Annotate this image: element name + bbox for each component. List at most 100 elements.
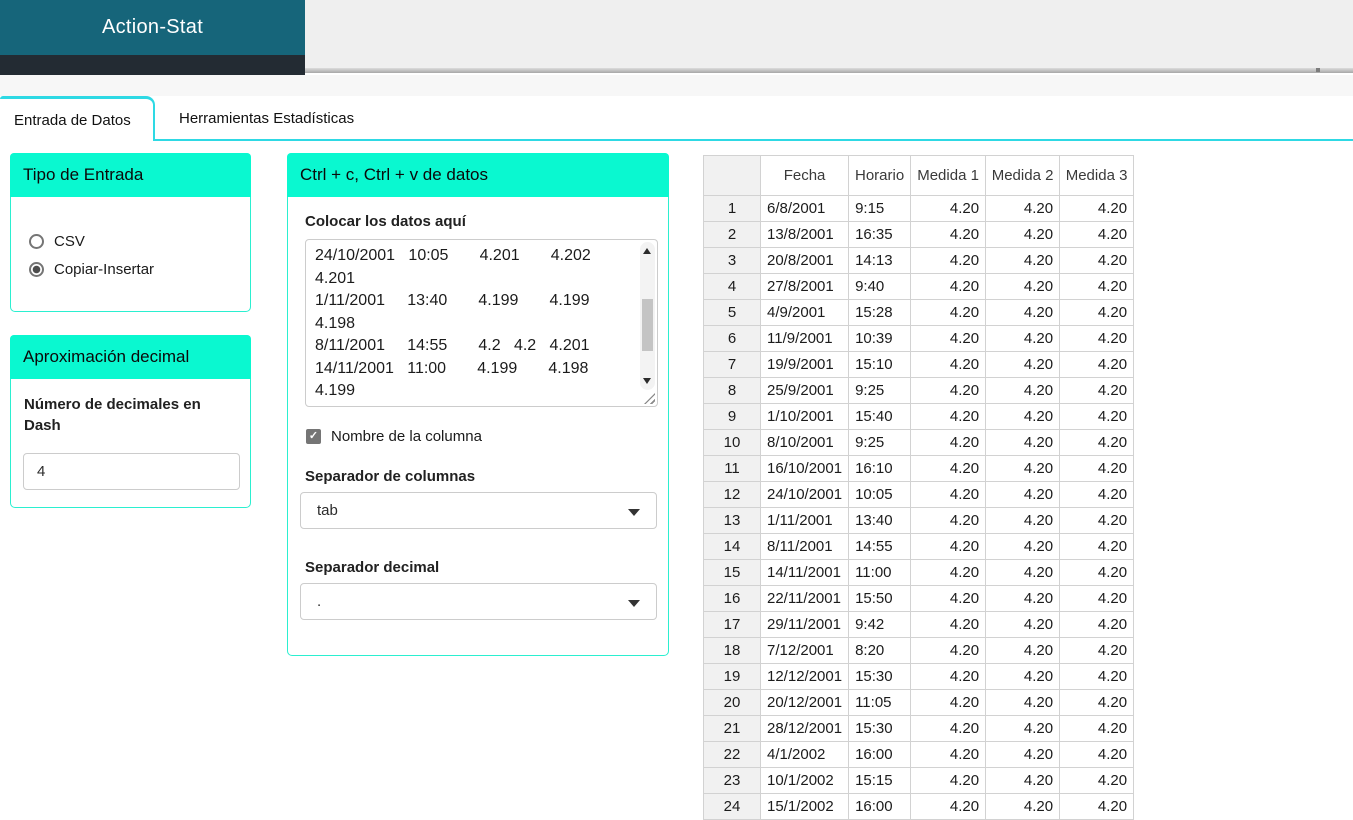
copiar-insertar-radio-label: Copiar-Insertar [54, 261, 155, 278]
table-cell: 4.20 [1059, 247, 1135, 274]
table-row: 2 13/8/2001 16:35 4.20 4.20 4.20 [703, 221, 1135, 248]
table-cell: 4/1/2002 [759, 741, 850, 768]
row-index-cell: 2 [703, 221, 761, 248]
decimals-count-label: Número de decimales en Dash [24, 396, 201, 434]
table-cell: 16/10/2001 [759, 455, 850, 482]
table-cell: 12/12/2001 [759, 663, 850, 690]
table-cell: 14/11/2001 [759, 559, 850, 586]
table-cell: 14:55 [848, 533, 912, 560]
col-header-medida-2: Medida 2 [985, 155, 1061, 196]
data-table-container: Fecha Horario Medida 1 Medida 2 Medida 3… [703, 155, 1135, 820]
horizontal-scrollbar[interactable] [305, 68, 1353, 73]
table-row: 24 15/1/2002 16:00 4.20 4.20 4.20 [703, 793, 1135, 820]
scroll-up-icon[interactable] [643, 248, 651, 254]
row-index-cell: 16 [703, 585, 761, 612]
table-cell: 4.20 [910, 611, 987, 638]
table-cell: 14:13 [848, 247, 912, 274]
table-row: 11 16/10/2001 16:10 4.20 4.20 4.20 [703, 455, 1135, 482]
table-cell: 4.20 [1059, 403, 1135, 430]
column-name-check-row[interactable]: ✓ Nombre de la columna [306, 428, 482, 445]
table-cell: 4.20 [985, 637, 1061, 664]
table-cell: 16:10 [848, 455, 912, 482]
row-index-cell: 20 [703, 689, 761, 716]
table-cell: 4.20 [910, 403, 987, 430]
row-index-cell: 1 [703, 195, 761, 222]
paste-textarea[interactable]: 24/10/2001 10:05 4.201 4.202 4.201 1/11/… [305, 239, 658, 407]
table-cell: 20/12/2001 [759, 689, 850, 716]
csv-radio-label: CSV [54, 233, 85, 250]
column-separator-select[interactable]: tab [300, 492, 657, 529]
table-cell: 9:15 [848, 195, 912, 222]
table-cell: 4.20 [985, 741, 1061, 768]
row-index-cell: 9 [703, 403, 761, 430]
app-header: Action-Stat [0, 0, 305, 55]
radio-row-csv[interactable]: CSV [29, 233, 250, 250]
table-cell: 15:40 [848, 403, 912, 430]
app-header-shadow-bar [0, 55, 305, 75]
textarea-scrollbar-thumb[interactable] [642, 299, 653, 351]
row-index-cell: 8 [703, 377, 761, 404]
csv-radio[interactable] [29, 234, 44, 249]
decimal-separator-select[interactable]: . [300, 583, 657, 620]
col-header-medida-3: Medida 3 [1059, 155, 1135, 196]
decimals-count-input[interactable]: 4 [23, 453, 240, 490]
horizontal-scrollbar-thumb[interactable] [1316, 68, 1320, 72]
copiar-insertar-radio[interactable] [29, 262, 44, 277]
table-cell: 4.20 [910, 299, 987, 326]
table-cell: 9:25 [848, 377, 912, 404]
table-cell: 4.20 [910, 559, 987, 586]
table-cell: 29/11/2001 [759, 611, 850, 638]
table-cell: 4.20 [910, 221, 987, 248]
input-type-panel-header: Tipo de Entrada [10, 153, 251, 197]
table-cell: 4.20 [985, 533, 1061, 560]
table-cell: 4.20 [985, 377, 1061, 404]
tab-bar: Entrada de Datos Herramientas Estadístic… [0, 96, 1353, 142]
table-cell: 20/8/2001 [759, 247, 850, 274]
column-separator-label: Separador de columnas [305, 468, 476, 485]
tab-herramientas-estadisticas[interactable]: Herramientas Estadísticas [157, 96, 417, 141]
table-cell: 4.20 [1059, 481, 1135, 508]
chevron-down-icon [628, 600, 640, 607]
table-cell: 4.20 [985, 299, 1061, 326]
table-cell: 15:15 [848, 767, 912, 794]
row-index-cell: 15 [703, 559, 761, 586]
table-cell: 4.20 [1059, 455, 1135, 482]
table-cell: 4.20 [985, 429, 1061, 456]
table-cell: 4.20 [1059, 715, 1135, 742]
table-row: 20 20/12/2001 11:05 4.20 4.20 4.20 [703, 689, 1135, 716]
table-cell: 16:00 [848, 793, 912, 820]
table-cell: 25/9/2001 [759, 377, 850, 404]
table-cell: 4.20 [910, 351, 987, 378]
table-cell: 4.20 [985, 481, 1061, 508]
table-cell: 4.20 [1059, 689, 1135, 716]
table-cell: 15:10 [848, 351, 912, 378]
table-cell: 4.20 [1059, 611, 1135, 638]
table-cell: 4/9/2001 [759, 299, 850, 326]
table-cell: 4.20 [1059, 585, 1135, 612]
paste-data-panel-title: Ctrl + c, Ctrl + v de datos [300, 165, 489, 184]
column-name-checkbox[interactable]: ✓ [306, 429, 321, 444]
row-index-cell: 13 [703, 507, 761, 534]
row-index-cell: 4 [703, 273, 761, 300]
textarea-scrollbar[interactable] [640, 242, 655, 390]
table-cell: 4.20 [1059, 741, 1135, 768]
scroll-down-icon[interactable] [643, 378, 651, 384]
tab-herramientas-label: Herramientas Estadísticas [179, 110, 355, 127]
table-cell: 4.20 [985, 663, 1061, 690]
table-cell: 4.20 [910, 507, 987, 534]
table-cell: 4.20 [1059, 767, 1135, 794]
row-index-cell: 11 [703, 455, 761, 482]
table-cell: 4.20 [910, 663, 987, 690]
table-row: 14 8/11/2001 14:55 4.20 4.20 4.20 [703, 533, 1135, 560]
table-cell: 16:00 [848, 741, 912, 768]
table-cell: 11/9/2001 [759, 325, 850, 352]
table-cell: 4.20 [1059, 533, 1135, 560]
table-cell: 4.20 [910, 455, 987, 482]
table-cell: 15:28 [848, 299, 912, 326]
row-index-cell: 12 [703, 481, 761, 508]
tab-entrada-de-datos[interactable]: Entrada de Datos [0, 96, 155, 141]
table-cell: 10:39 [848, 325, 912, 352]
table-cell: 10:05 [848, 481, 912, 508]
radio-row-copiar-insertar[interactable]: Copiar-Insertar [29, 261, 250, 278]
table-row: 12 24/10/2001 10:05 4.20 4.20 4.20 [703, 481, 1135, 508]
